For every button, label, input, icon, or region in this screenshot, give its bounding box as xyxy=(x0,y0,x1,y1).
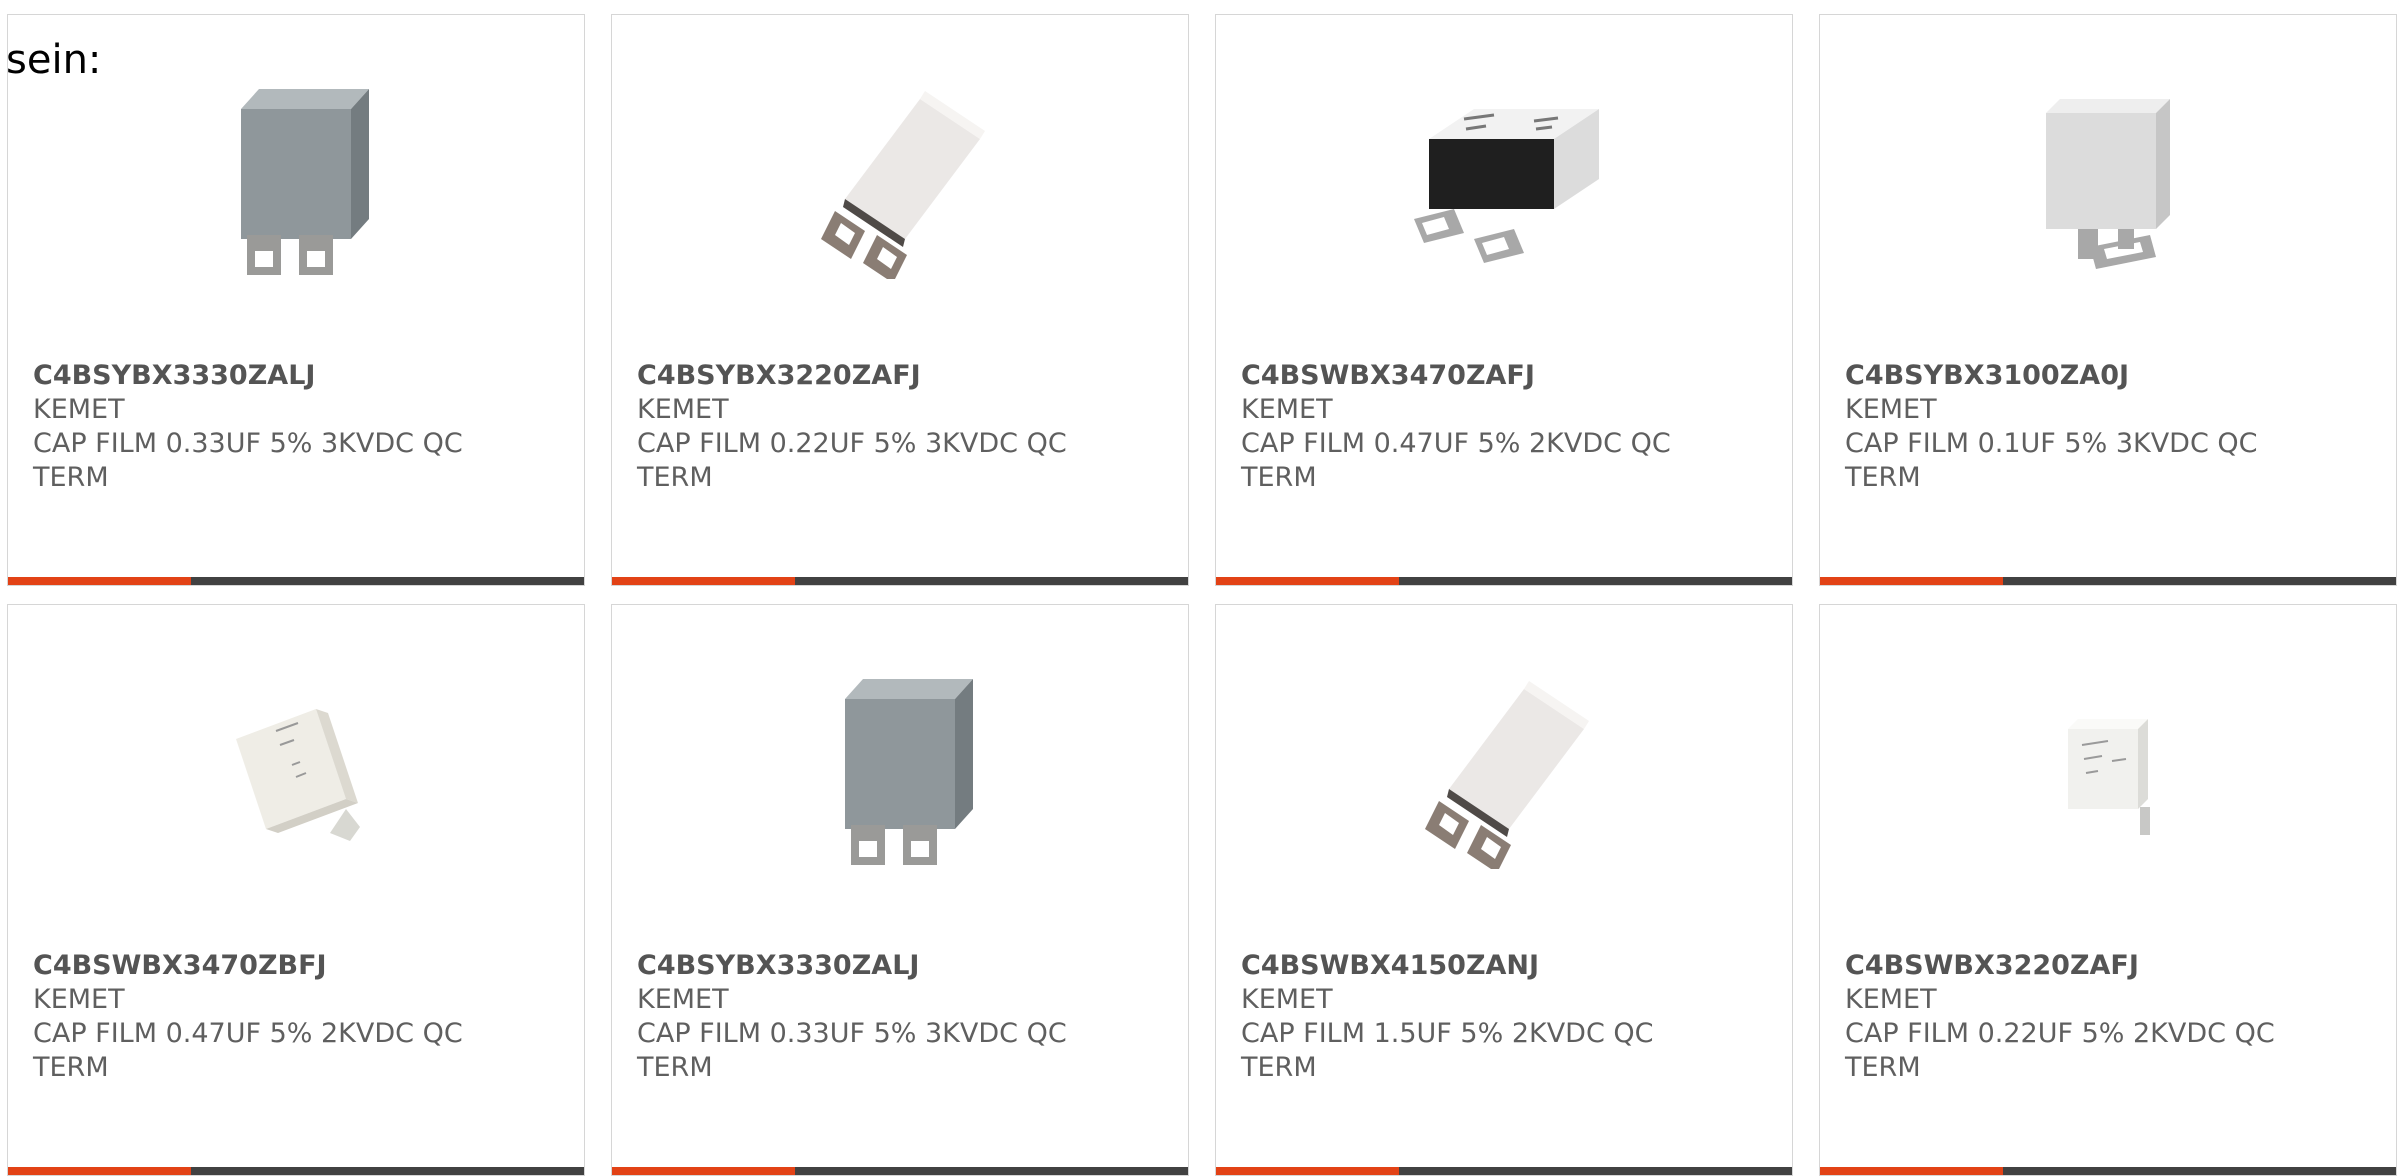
part-number-link[interactable]: C4BSWBX3470ZBFJ xyxy=(33,949,503,983)
card-accent-bar xyxy=(1820,1167,2396,1175)
manufacturer: KEMET xyxy=(1845,984,1937,1015)
manufacturer: KEMET xyxy=(1241,984,1333,1015)
manufacturer: KEMET xyxy=(1845,394,1937,425)
product-card[interactable]: C4BSYBX3330ZALJ KEMET CAP FILM 0.33UF 5%… xyxy=(611,604,1189,1176)
manufacturer: KEMET xyxy=(1241,394,1333,425)
description: CAP FILM 0.1UF 5% 3KVDC QC TERM xyxy=(1845,428,2258,493)
manufacturer: KEMET xyxy=(637,394,729,425)
product-image[interactable] xyxy=(194,667,398,871)
part-number-link[interactable]: C4BSWBX3220ZAFJ xyxy=(1845,949,2315,983)
part-number-link[interactable]: C4BSYBX3100ZA0J xyxy=(1845,359,2315,393)
description: CAP FILM 0.22UF 5% 2KVDC QC TERM xyxy=(1845,1018,2275,1083)
part-number-link[interactable]: C4BSWBX3470ZAFJ xyxy=(1241,359,1711,393)
product-card[interactable]: C4BSWBX4150ZANJ KEMET CAP FILM 1.5UF 5% … xyxy=(1215,604,1793,1176)
description: CAP FILM 0.33UF 5% 3KVDC QC TERM xyxy=(33,428,463,493)
product-image[interactable] xyxy=(194,77,398,281)
product-image[interactable] xyxy=(1402,77,1606,281)
product-card[interactable]: C4BSYBX3330ZALJ KEMET CAP FILM 0.33UF 5%… xyxy=(7,14,585,586)
card-accent-bar xyxy=(612,577,1188,585)
part-number-link[interactable]: C4BSYBX3330ZALJ xyxy=(637,949,1107,983)
card-accent-bar xyxy=(1216,1167,1792,1175)
product-image[interactable] xyxy=(798,667,1002,871)
manufacturer: KEMET xyxy=(33,394,125,425)
card-accent-bar xyxy=(8,577,584,585)
description: CAP FILM 1.5UF 5% 2KVDC QC TERM xyxy=(1241,1018,1654,1083)
product-card[interactable]: C4BSWBX3470ZBFJ KEMET CAP FILM 0.47UF 5%… xyxy=(7,604,585,1176)
part-number-link[interactable]: C4BSYBX3220ZAFJ xyxy=(637,359,1107,393)
card-accent-bar xyxy=(1216,577,1792,585)
description: CAP FILM 0.47UF 5% 2KVDC QC TERM xyxy=(33,1018,463,1083)
product-image[interactable] xyxy=(2006,77,2210,281)
product-card[interactable]: C4BSWBX3220ZAFJ KEMET CAP FILM 0.22UF 5%… xyxy=(1819,604,2397,1176)
product-card[interactable]: C4BSWBX3470ZAFJ KEMET CAP FILM 0.47UF 5%… xyxy=(1215,14,1793,586)
card-accent-bar xyxy=(1820,577,2396,585)
product-card[interactable]: C4BSYBX3220ZAFJ KEMET CAP FILM 0.22UF 5%… xyxy=(611,14,1189,586)
product-image[interactable] xyxy=(798,77,1002,281)
intro-text: sein: xyxy=(6,37,102,83)
card-accent-bar xyxy=(612,1167,1188,1175)
part-number-link[interactable]: C4BSYBX3330ZALJ xyxy=(33,359,503,393)
description: CAP FILM 0.33UF 5% 3KVDC QC TERM xyxy=(637,1018,1067,1083)
product-image[interactable] xyxy=(2006,667,2210,871)
product-card[interactable]: C4BSYBX3100ZA0J KEMET CAP FILM 0.1UF 5% … xyxy=(1819,14,2397,586)
product-image[interactable] xyxy=(1402,667,1606,871)
manufacturer: KEMET xyxy=(637,984,729,1015)
manufacturer: KEMET xyxy=(33,984,125,1015)
part-number-link[interactable]: C4BSWBX4150ZANJ xyxy=(1241,949,1711,983)
description: CAP FILM 0.47UF 5% 2KVDC QC TERM xyxy=(1241,428,1671,493)
card-accent-bar xyxy=(8,1167,584,1175)
description: CAP FILM 0.22UF 5% 3KVDC QC TERM xyxy=(637,428,1067,493)
